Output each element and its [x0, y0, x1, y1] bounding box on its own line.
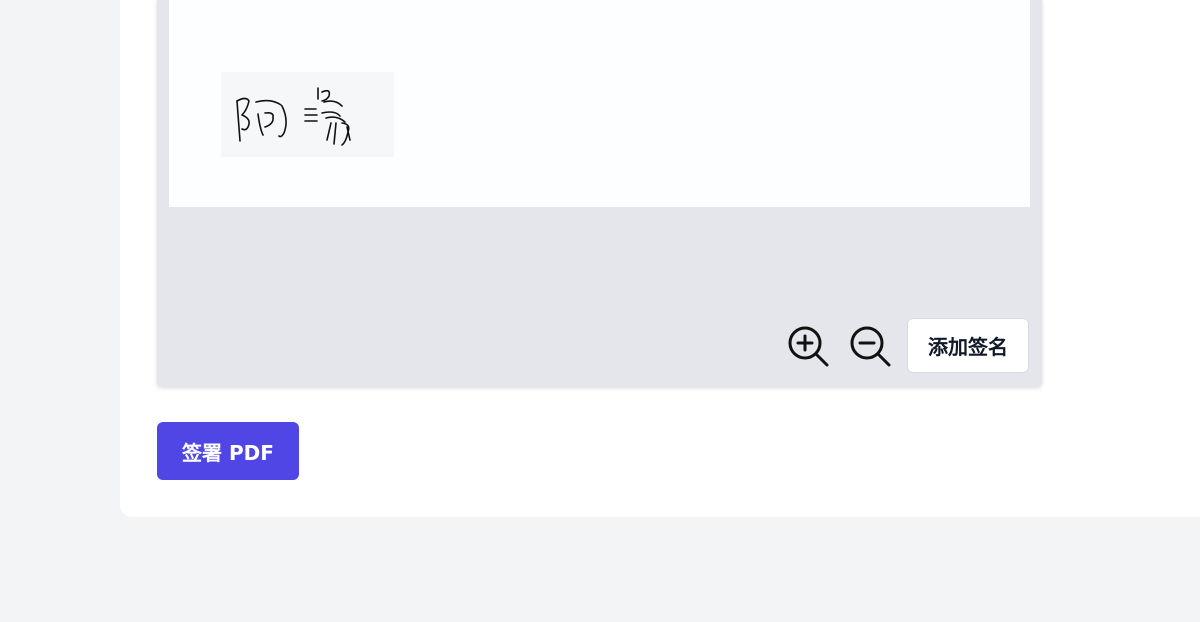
zoom-in-icon: [788, 326, 829, 367]
placed-signature[interactable]: [221, 72, 394, 157]
zoom-out-button[interactable]: [847, 323, 893, 369]
add-signature-button[interactable]: 添加签名: [907, 318, 1029, 373]
zoom-out-icon: [850, 326, 891, 367]
handwritten-signature-image: [236, 87, 351, 146]
sign-pdf-button[interactable]: 签署 PDF: [157, 422, 299, 480]
zoom-in-button[interactable]: [785, 323, 831, 369]
